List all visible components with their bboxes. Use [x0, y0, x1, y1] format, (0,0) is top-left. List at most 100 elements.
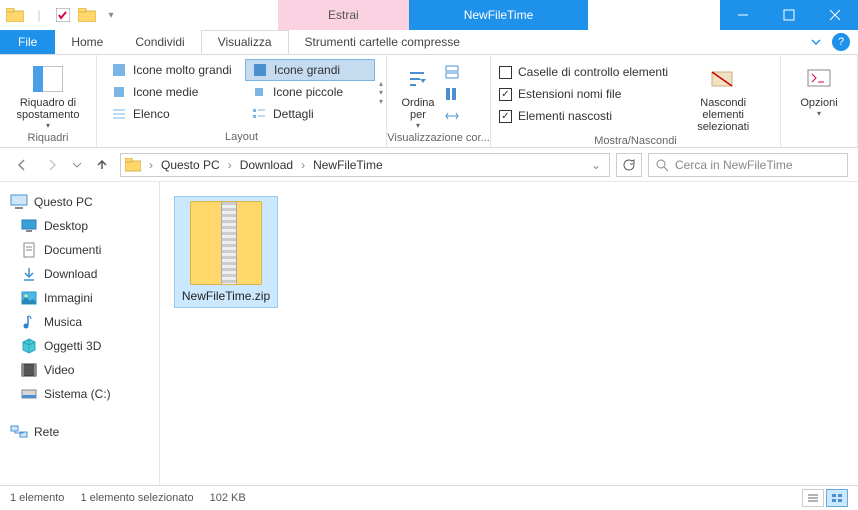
collapse-ribbon-icon[interactable] — [809, 35, 823, 49]
breadcrumb[interactable]: › Questo PC › Download › NewFileTime ⌄ — [120, 153, 610, 177]
navigation-pane-button[interactable]: Riquadro di spostamento ▾ — [8, 59, 88, 130]
chevron-down-icon: ▾ — [817, 109, 821, 118]
pc-icon — [10, 193, 28, 211]
quick-access-toolbar: | ▾ — [0, 0, 122, 30]
nav-documents[interactable]: Documenti — [4, 238, 155, 262]
ribbon-group-label: Layout — [97, 129, 386, 147]
layout-small-icons[interactable]: Icone piccole — [245, 81, 375, 103]
group-by-button[interactable] — [441, 61, 463, 83]
minimize-button[interactable] — [720, 0, 766, 30]
nav-this-pc[interactable]: Questo PC — [4, 190, 155, 214]
status-item-count: 1 elemento — [10, 492, 64, 504]
chevron-down-icon: ▾ — [416, 121, 420, 130]
file-extensions-toggle[interactable]: ✓Estensioni nomi file — [499, 83, 674, 105]
window-title: NewFileTime — [409, 0, 589, 30]
ribbon-group-label: Mostra/Nascondi — [491, 133, 780, 151]
drive-icon — [20, 385, 38, 403]
size-columns-button[interactable] — [441, 105, 463, 127]
search-icon — [655, 158, 669, 172]
file-item[interactable]: NewFileTime.zip — [174, 196, 278, 308]
details-view-button[interactable] — [802, 489, 824, 507]
qat-dropdown-icon[interactable]: ▾ — [100, 4, 122, 26]
nav-video[interactable]: Video — [4, 358, 155, 382]
network-icon — [10, 423, 28, 441]
up-button[interactable] — [90, 153, 114, 177]
hide-selected-button[interactable]: Nascondi elementi selezionati — [674, 59, 772, 133]
contextual-tab-extract[interactable]: Estrai — [278, 0, 409, 30]
music-icon — [20, 313, 38, 331]
search-placeholder: Cerca in NewFileTime — [675, 158, 793, 172]
checkbox-icon — [499, 66, 512, 79]
tab-view[interactable]: Visualizza — [201, 30, 289, 54]
video-icon — [20, 361, 38, 379]
nav-system-c[interactable]: Sistema (C:) — [4, 382, 155, 406]
icons-md-icon — [111, 84, 127, 100]
chevron-right-icon[interactable]: › — [145, 158, 157, 172]
tab-file[interactable]: File — [0, 30, 55, 54]
status-selected-count: 1 elemento selezionato — [80, 492, 193, 504]
checkbox-icon[interactable] — [52, 4, 74, 26]
status-size: 102 KB — [210, 492, 246, 504]
nav-download[interactable]: Download — [4, 262, 155, 286]
icons-xl-icon — [111, 62, 127, 78]
download-icon — [20, 265, 38, 283]
options-button[interactable]: Opzioni ▾ — [789, 59, 849, 118]
navigation-pane-label: Riquadro di spostamento — [12, 97, 84, 121]
folder-icon[interactable] — [76, 4, 98, 26]
item-checkboxes-toggle[interactable]: Caselle di controllo elementi — [499, 61, 674, 83]
nav-images[interactable]: Immagini — [4, 286, 155, 310]
nav-3d-objects[interactable]: Oggetti 3D — [4, 334, 155, 358]
ribbon-group-label: Visualizzazione cor... — [387, 130, 490, 148]
view-mode-toggle — [802, 489, 848, 507]
hidden-items-toggle[interactable]: ✓Elementi nascosti — [499, 105, 674, 127]
crumb-folder[interactable]: NewFileTime — [313, 158, 383, 172]
folder-icon — [4, 4, 26, 26]
help-icon[interactable]: ? — [832, 33, 850, 51]
layout-more-icon[interactable]: ▾ — [379, 97, 383, 106]
nav-desktop[interactable]: Desktop — [4, 214, 155, 238]
search-input[interactable]: Cerca in NewFileTime — [648, 153, 848, 177]
forward-button[interactable] — [40, 153, 64, 177]
file-list[interactable]: NewFileTime.zip — [160, 182, 858, 485]
divider-icon: | — [28, 4, 50, 26]
layout-scroll-down-icon[interactable]: ▾ — [379, 88, 383, 97]
layout-extra-large-icons[interactable]: Icone molto grandi — [105, 59, 245, 81]
nav-music[interactable]: Musica — [4, 310, 155, 334]
navigation-pane-icon — [32, 63, 64, 95]
crumb-pc[interactable]: Questo PC — [161, 158, 220, 172]
checkbox-checked-icon: ✓ — [499, 110, 512, 123]
layout-list[interactable]: Elenco — [105, 103, 245, 125]
layout-large-icons[interactable]: Icone grandi — [245, 59, 375, 81]
ribbon-tabs: File Home Condividi Visualizza Strumenti… — [0, 30, 858, 55]
address-dropdown-icon[interactable]: ⌄ — [587, 158, 605, 172]
layout-scroll-up-icon[interactable]: ▴ — [379, 79, 383, 88]
add-columns-button[interactable] — [441, 83, 463, 105]
address-bar: › Questo PC › Download › NewFileTime ⌄ C… — [0, 148, 858, 182]
tab-share[interactable]: Condividi — [119, 30, 200, 54]
document-icon — [20, 241, 38, 259]
window-controls — [720, 0, 858, 30]
list-icon — [111, 106, 127, 122]
zip-icon — [190, 201, 262, 285]
options-icon — [803, 63, 835, 95]
chevron-right-icon[interactable]: › — [297, 158, 309, 172]
folder-icon — [125, 158, 141, 172]
refresh-button[interactable] — [616, 153, 642, 177]
icons-sm-icon — [251, 84, 267, 100]
sort-by-button[interactable]: Ordina per ▾ — [395, 59, 441, 130]
maximize-button[interactable] — [766, 0, 812, 30]
sort-icon — [402, 63, 434, 95]
close-button[interactable] — [812, 0, 858, 30]
tab-home[interactable]: Home — [55, 30, 119, 54]
history-dropdown-icon[interactable] — [70, 153, 84, 177]
chevron-down-icon: ▾ — [46, 121, 50, 130]
chevron-right-icon[interactable]: › — [224, 158, 236, 172]
nav-network[interactable]: Rete — [4, 420, 155, 444]
back-button[interactable] — [10, 153, 34, 177]
tab-compressed-tools[interactable]: Strumenti cartelle compresse — [289, 30, 476, 54]
layout-medium-icons[interactable]: Icone medie — [105, 81, 245, 103]
icons-view-button[interactable] — [826, 489, 848, 507]
layout-details[interactable]: Dettagli — [245, 103, 375, 125]
file-name: NewFileTime.zip — [182, 289, 270, 303]
crumb-download[interactable]: Download — [240, 158, 293, 172]
